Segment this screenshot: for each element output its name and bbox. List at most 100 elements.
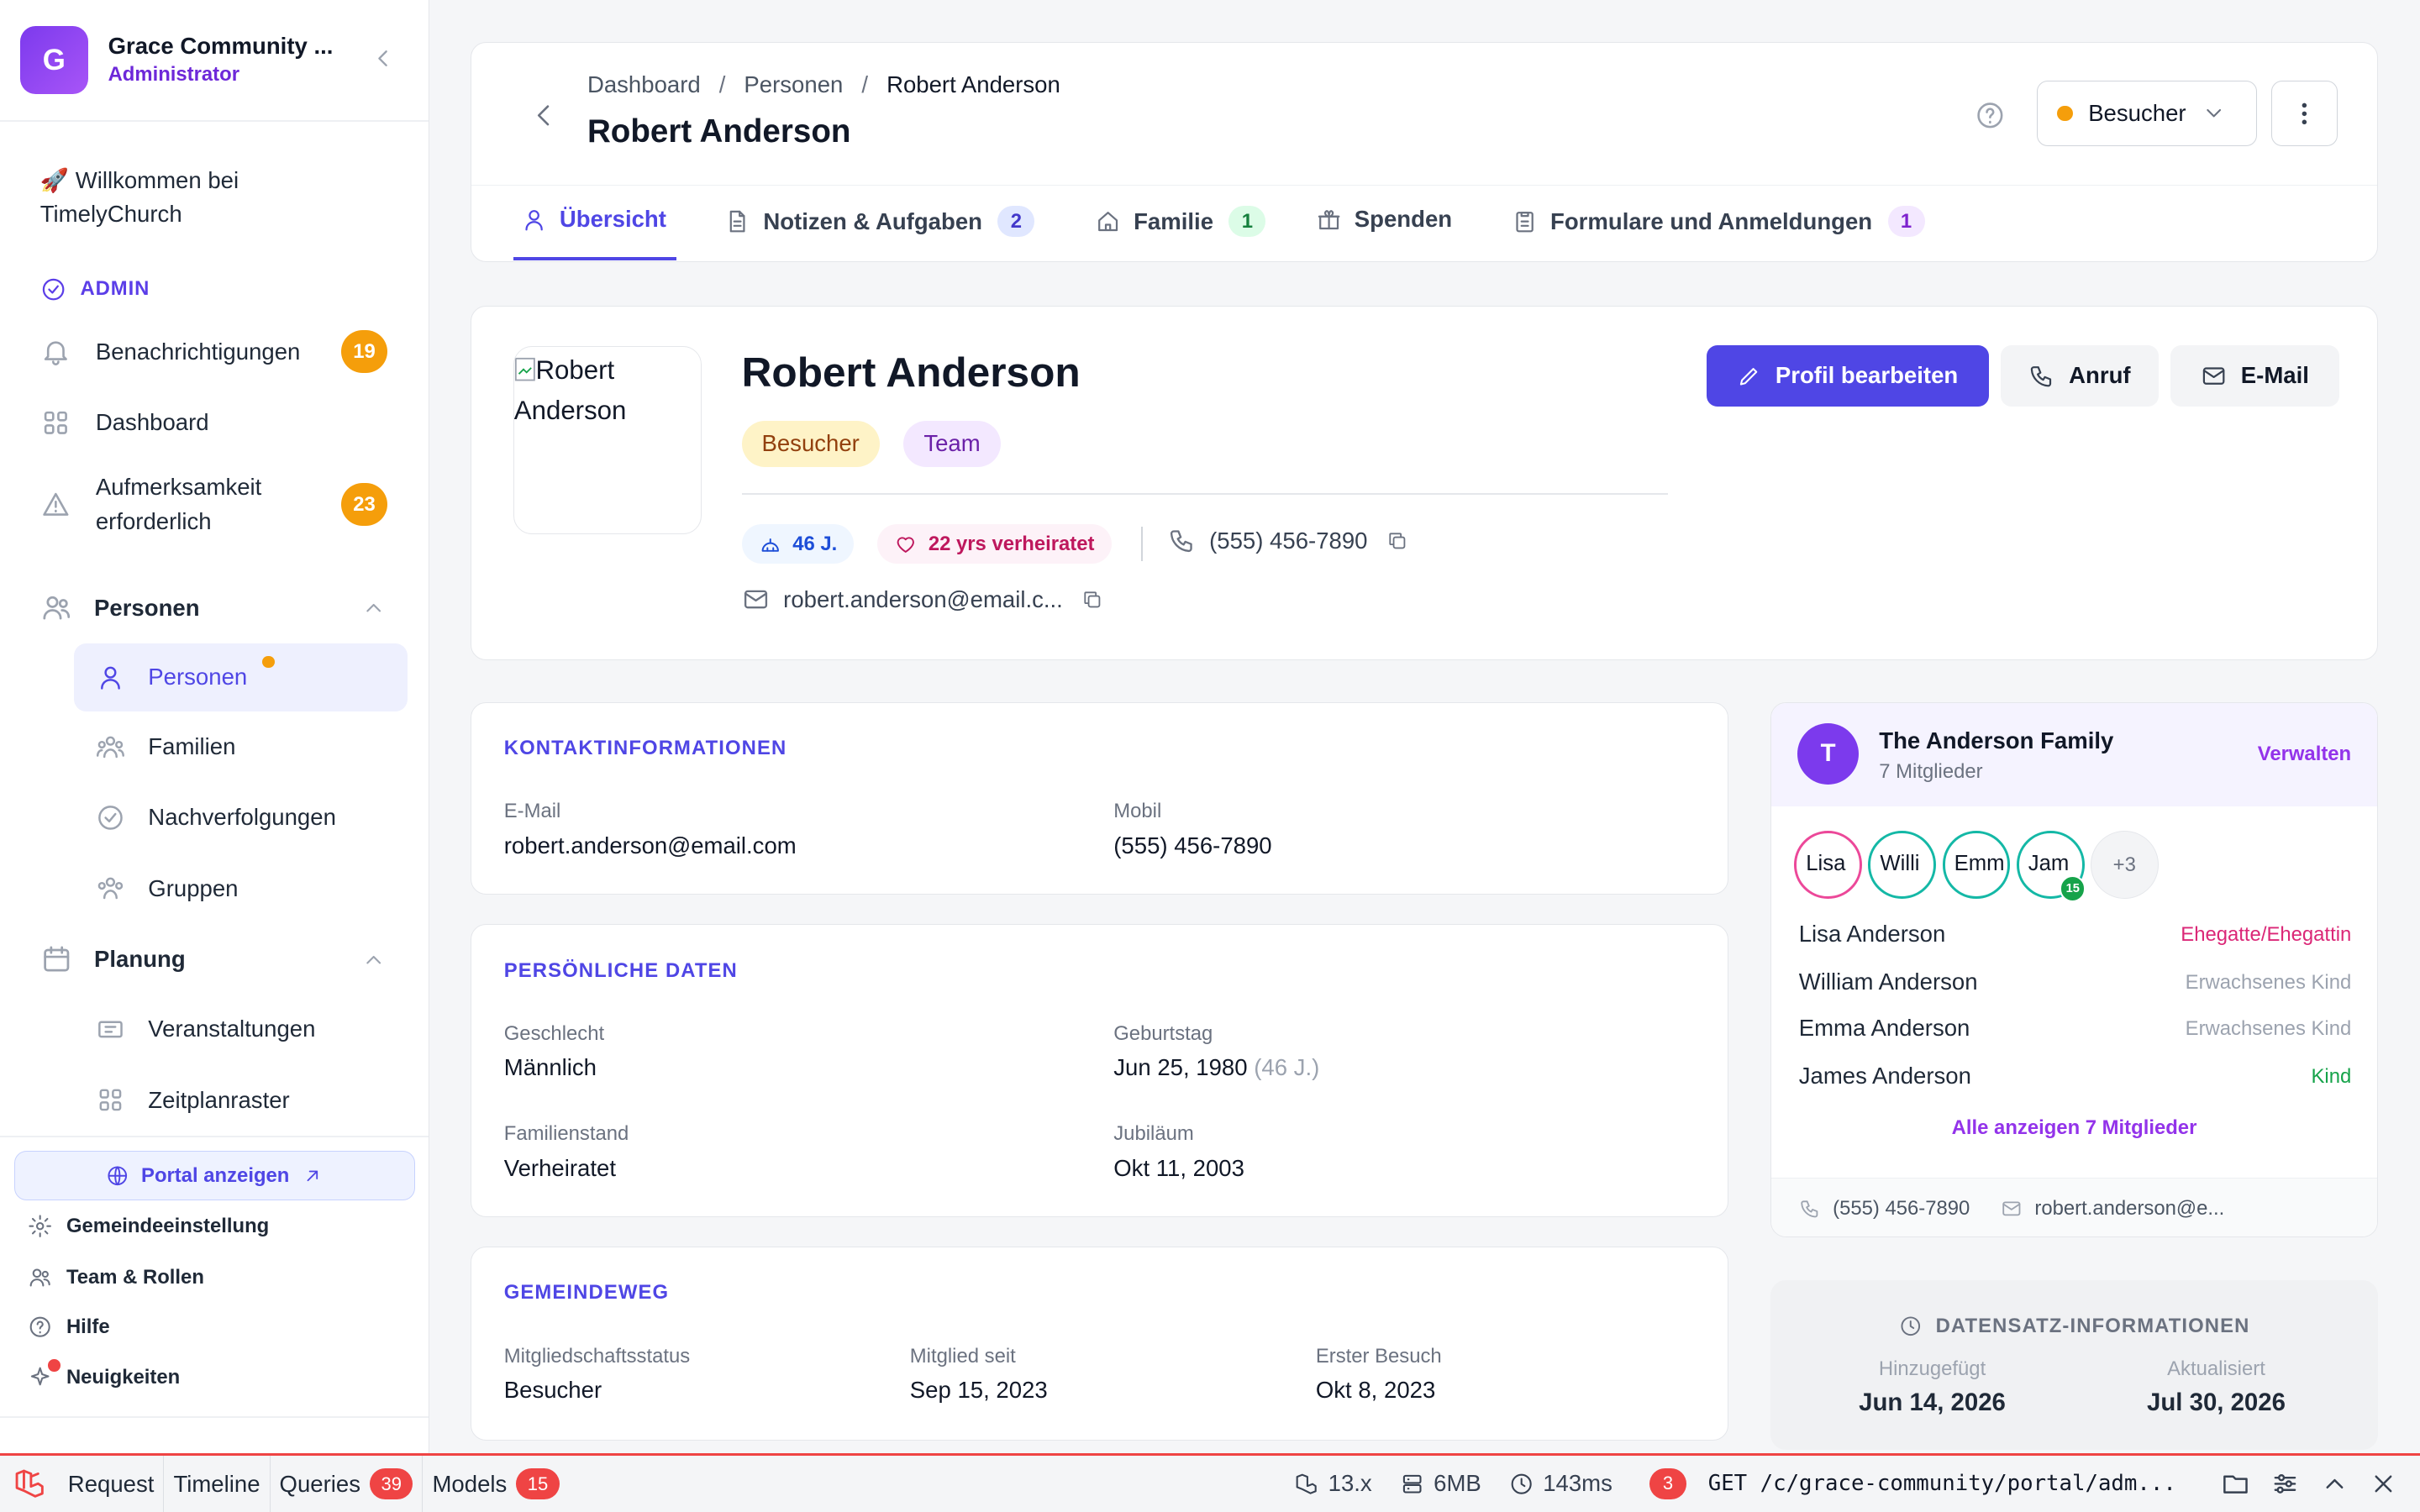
back-arrow-icon[interactable] bbox=[529, 100, 560, 131]
family-name[interactable]: The Anderson Family bbox=[1879, 727, 2113, 754]
personal-data-card: PERSÖNLICHE DATEN Geschlecht Männlich Ge… bbox=[471, 924, 1729, 1218]
sidebar-item-groups[interactable]: Gruppen bbox=[74, 855, 408, 923]
sidebar-group-planning[interactable]: Planung bbox=[40, 941, 392, 978]
member-role: Kind bbox=[2311, 1065, 2352, 1089]
sidebar-item-followups[interactable]: Nachverfolgungen bbox=[74, 784, 408, 852]
copy-icon[interactable] bbox=[1386, 530, 1408, 552]
edit-profile-button[interactable]: Profil bearbeiten bbox=[1706, 344, 1989, 407]
debug-tab-queries[interactable]: Queries 39 bbox=[271, 1456, 424, 1512]
more-members-button[interactable]: +3 bbox=[2090, 831, 2159, 899]
member-avatar[interactable]: Willi bbox=[1868, 831, 1937, 899]
family-member-row[interactable]: Lisa Anderson Ehegatte/Ehegattin bbox=[1799, 921, 2352, 948]
chevron-up-icon[interactable] bbox=[361, 596, 386, 620]
sidebar-link-help[interactable]: Hilfe bbox=[28, 1315, 110, 1339]
record-info-title: DATENSATZ-INFORMATIONEN bbox=[1770, 1315, 2379, 1338]
family-email[interactable]: robert.anderson@e... bbox=[2034, 1197, 2224, 1221]
sidebar-item-families[interactable]: Familien bbox=[74, 713, 408, 781]
laravel-icon bbox=[1294, 1472, 1318, 1496]
debug-count-badge: 15 bbox=[516, 1468, 560, 1499]
status-dropdown[interactable]: Besucher bbox=[2036, 81, 2258, 146]
request-selector[interactable]: 3 GET /c/grace-community/portal/adm... bbox=[1635, 1467, 2190, 1499]
age-chip: 46 J. bbox=[741, 523, 855, 564]
sidebar-item-events[interactable]: Veranstaltungen bbox=[74, 995, 408, 1063]
first-visit-value: Okt 8, 2023 bbox=[1315, 1377, 1436, 1404]
manage-family-link[interactable]: Verwalten bbox=[2258, 743, 2351, 766]
tab-donations[interactable]: Spenden bbox=[1316, 206, 1452, 233]
copy-icon[interactable] bbox=[1081, 589, 1103, 611]
more-options-button[interactable] bbox=[2270, 81, 2338, 146]
sidebar-item-label: Benachrichtigungen bbox=[95, 338, 301, 365]
phone-icon bbox=[1799, 1198, 1821, 1220]
divider bbox=[0, 120, 429, 123]
breadcrumb-dashboard[interactable]: Dashboard bbox=[587, 71, 701, 98]
debug-actions bbox=[2221, 1469, 2398, 1499]
sidebar-item-notifications[interactable]: Benachrichtigungen 19 bbox=[40, 330, 392, 374]
debug-tab-label: Timeline bbox=[173, 1470, 260, 1497]
view-portal-button[interactable]: Portal anzeigen bbox=[13, 1151, 416, 1200]
membership-status-value: Besucher bbox=[503, 1377, 602, 1404]
debug-tab-timeline[interactable]: Timeline bbox=[164, 1456, 271, 1512]
status-value: Besucher bbox=[2088, 100, 2186, 127]
debug-tab-label: Models bbox=[432, 1470, 508, 1497]
member-avatar[interactable]: Emm bbox=[1942, 831, 2011, 899]
debug-tab-request[interactable]: Request bbox=[59, 1456, 165, 1512]
sidebar-item-label: Dashboard bbox=[95, 409, 209, 436]
tab-forms-registrations[interactable]: Formulare und Anmeldungen 1 bbox=[1512, 206, 1925, 237]
mail-icon bbox=[2001, 1198, 2023, 1220]
tab-notes-tasks[interactable]: Notizen & Aufgaben 2 bbox=[724, 206, 1035, 237]
sidebar-item-dashboard[interactable]: Dashboard bbox=[40, 404, 392, 441]
debug-toolbar: Request Timeline Queries 39 Models 15 13.x… bbox=[0, 1453, 2420, 1512]
breadcrumb-people[interactable]: Personen bbox=[744, 71, 843, 98]
family-member-row[interactable]: Emma Anderson Erwachsenes Kind bbox=[1799, 1015, 2352, 1042]
family-member-row[interactable]: James Anderson Kind bbox=[1799, 1063, 2352, 1089]
phone-value: (555) 456-7890 bbox=[1209, 527, 1368, 554]
collapse-sidebar-icon[interactable] bbox=[369, 45, 397, 72]
settings-sliders-icon[interactable] bbox=[2270, 1469, 2300, 1499]
chevron-up-icon[interactable] bbox=[361, 948, 386, 972]
marital-value: Verheiratet bbox=[503, 1154, 616, 1181]
user-icon bbox=[96, 663, 125, 692]
family-header: T The Anderson Family 7 Mitglieder Verwa… bbox=[1770, 702, 2378, 806]
help-circle-icon[interactable] bbox=[1975, 100, 2006, 131]
tab-family[interactable]: Familie 1 bbox=[1095, 206, 1266, 237]
sidebar-link-news[interactable]: Neuigkeiten bbox=[28, 1359, 180, 1389]
member-avatar[interactable]: Lisa bbox=[1794, 831, 1863, 899]
calendar-icon bbox=[40, 943, 73, 976]
family-phone[interactable]: (555) 456-7890 bbox=[1833, 1197, 1970, 1221]
sidebar-item-attention[interactable]: Aufmerksamkeit erforderlich 23 bbox=[40, 470, 392, 538]
debug-tab-models[interactable]: Models 15 bbox=[423, 1456, 568, 1511]
sidebar-item-personen[interactable]: Personen bbox=[74, 643, 408, 711]
request-url: GET /c/grace-community/portal/adm... bbox=[1707, 1471, 2176, 1497]
debug-tab-label: Queries bbox=[279, 1470, 361, 1497]
sidebar-item-label: Aufmerksamkeit erforderlich bbox=[95, 474, 262, 534]
family-member-row[interactable]: William Anderson Erwachsenes Kind bbox=[1799, 969, 2352, 995]
organization-switcher[interactable]: G Grace Community ... Administrator bbox=[19, 26, 397, 95]
tab-overview[interactable]: Übersicht bbox=[521, 206, 666, 233]
show-all-members-link[interactable]: Alle anzeigen 7 Mitglieder bbox=[1771, 1116, 2378, 1140]
grid-icon bbox=[40, 407, 71, 438]
record-updated: Aktualisiert Jul 30, 2026 bbox=[2070, 1357, 2363, 1417]
birthday-age: (46 J.) bbox=[1254, 1054, 1320, 1081]
email-button[interactable]: E-Mail bbox=[2170, 344, 2339, 407]
married-chip: 22 yrs verheiratet bbox=[877, 523, 1112, 564]
debug-metrics: 13.x 6MB 143ms 3 GET /c/grace-community/p… bbox=[1281, 1456, 2420, 1511]
family-icon bbox=[96, 732, 125, 762]
sidebar-group-label: Personen bbox=[94, 594, 200, 621]
chevron-up-icon[interactable] bbox=[2320, 1469, 2349, 1499]
sidebar-link-church-settings[interactable]: Gemeindeeinstellung bbox=[28, 1214, 269, 1238]
family-avatar: T bbox=[1797, 722, 1860, 785]
member-role: Erwachsenes Kind bbox=[2185, 1017, 2352, 1041]
folder-icon[interactable] bbox=[2221, 1469, 2250, 1499]
laravel-logo-icon[interactable] bbox=[0, 1467, 59, 1500]
close-icon[interactable] bbox=[2369, 1469, 2398, 1499]
call-button[interactable]: Anruf bbox=[2001, 344, 2159, 407]
sidebar-item-schedule-grid[interactable]: Zeitplanraster bbox=[74, 1066, 408, 1134]
time-value: 143ms bbox=[1543, 1470, 1612, 1497]
edit-profile-label: Profil bearbeiten bbox=[1775, 362, 1959, 389]
sidebar-group-people[interactable]: Personen bbox=[40, 590, 392, 627]
sidebar: G Grace Community ... Administrator 🚀 Wi… bbox=[0, 0, 429, 1454]
users-icon bbox=[40, 591, 73, 624]
email-button-label: E-Mail bbox=[2240, 362, 2309, 389]
sidebar-link-team-roles[interactable]: Team & Rollen bbox=[28, 1265, 204, 1289]
member-role: Erwachsenes Kind bbox=[2185, 971, 2352, 995]
